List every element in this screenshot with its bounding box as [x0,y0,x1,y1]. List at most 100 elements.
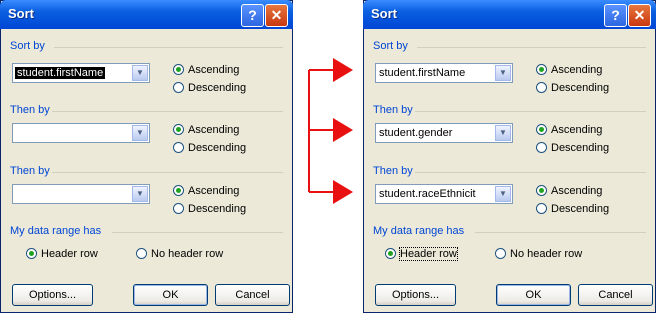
sort-by-label: Sort by [373,40,408,52]
sort-by-descending-radio[interactable]: Descending [173,82,246,96]
sort-by-value: student.firstName [379,67,466,79]
radio-empty-icon [136,248,147,259]
ascending-label: Ascending [551,64,603,76]
radio-empty-icon [495,248,506,259]
radio-empty-icon [536,203,547,214]
data-range-label: My data range has [373,225,465,237]
divider [415,172,646,173]
sort-by-label: Sort by [10,40,45,52]
then-by-1-ascending-radio[interactable]: Ascending [536,124,602,138]
then-by-1-label: Then by [10,104,50,116]
descending-label: Descending [188,203,247,215]
radio-empty-icon [536,142,547,153]
ascending-label: Ascending [188,124,240,136]
radio-selected-icon [173,185,184,196]
chevron-down-icon[interactable]: ▼ [132,186,148,202]
divider [52,172,283,173]
chevron-down-icon[interactable]: ▼ [495,186,511,202]
arrow-head-1 [333,58,353,82]
chevron-down-icon[interactable]: ▼ [132,125,148,141]
then-by-2-ascending-radio[interactable]: Ascending [536,185,602,199]
title-bar: Sort ? ✕ [363,0,656,29]
ascending-label: Ascending [551,124,603,136]
then-by-2-select[interactable]: student.raceEthnicit ▼ [375,184,513,204]
radio-selected-icon [536,64,547,75]
then-by-2-label: Then by [373,165,413,177]
then-by-1-select[interactable]: ▼ [12,123,150,143]
then-by-1-ascending-radio[interactable]: Ascending [173,124,239,138]
cancel-button[interactable]: Cancel [578,284,653,306]
then-by-2-ascending-radio[interactable]: Ascending [173,185,239,199]
divider [417,47,646,48]
dialog-title: Sort [371,6,397,21]
radio-empty-icon [173,142,184,153]
then-by-1-value: student.gender [379,127,453,139]
no-header-row-label: No header row [151,248,224,260]
radio-selected-icon [536,124,547,135]
then-by-2-value: student.raceEthnicit [379,188,476,200]
header-row-radio[interactable]: Header row [385,247,458,262]
radio-selected-icon [173,124,184,135]
sort-by-descending-radio[interactable]: Descending [536,82,609,96]
then-by-1-descending-radio[interactable]: Descending [536,142,609,156]
no-header-row-radio[interactable]: No header row [136,248,223,262]
descending-label: Descending [188,82,247,94]
radio-selected-icon [536,185,547,196]
no-header-row-label: No header row [510,248,583,260]
ok-button[interactable]: OK [133,284,208,306]
data-range-label: My data range has [10,225,102,237]
chevron-down-icon[interactable]: ▼ [495,65,511,81]
descending-label: Descending [551,82,610,94]
arrow-head-3 [333,180,353,204]
divider [52,111,283,112]
header-row-label: Header row [399,247,458,261]
header-row-label: Header row [41,248,98,260]
then-by-2-label: Then by [10,165,50,177]
ascending-label: Ascending [188,185,240,197]
ascending-label: Ascending [188,64,240,76]
sort-by-value: student.firstName [15,67,106,79]
arrows-diagram [308,58,353,204]
divider [54,47,283,48]
help-icon[interactable]: ? [604,4,627,27]
sort-by-select[interactable]: student.firstName ▼ [375,63,513,83]
radio-empty-icon [173,203,184,214]
radio-empty-icon [536,82,547,93]
ascending-label: Ascending [551,185,603,197]
descending-label: Descending [188,142,247,154]
chevron-down-icon[interactable]: ▼ [132,65,148,81]
dialog-title: Sort [8,6,34,21]
divider [112,232,283,233]
no-header-row-radio[interactable]: No header row [495,248,582,262]
options-button[interactable]: Options... [12,284,93,306]
sort-by-ascending-radio[interactable]: Ascending [536,64,602,78]
radio-selected-icon [173,64,184,75]
then-by-1-descending-radio[interactable]: Descending [173,142,246,156]
help-icon[interactable]: ? [241,4,264,27]
cancel-button[interactable]: Cancel [215,284,290,306]
left-sort-dialog: Sort ? ✕ Sort by student.firstName ▼ Asc… [0,0,293,313]
then-by-1-label: Then by [373,104,413,116]
chevron-down-icon[interactable]: ▼ [495,125,511,141]
radio-selected-icon [385,248,396,259]
descending-label: Descending [551,142,610,154]
radio-selected-icon [26,248,37,259]
then-by-2-descending-radio[interactable]: Descending [536,203,609,217]
then-by-2-descending-radio[interactable]: Descending [173,203,246,217]
divider [415,111,646,112]
descending-label: Descending [551,203,610,215]
divider [475,232,646,233]
close-icon[interactable]: ✕ [265,4,288,27]
sort-by-ascending-radio[interactable]: Ascending [173,64,239,78]
right-sort-dialog: Sort ? ✕ Sort by student.firstName ▼ Asc… [363,0,656,313]
then-by-1-select[interactable]: student.gender ▼ [375,123,513,143]
options-button[interactable]: Options... [375,284,456,306]
close-icon[interactable]: ✕ [628,4,651,27]
then-by-2-select[interactable]: ▼ [12,184,150,204]
radio-empty-icon [173,82,184,93]
sort-by-select[interactable]: student.firstName ▼ [12,63,150,83]
ok-button[interactable]: OK [496,284,571,306]
title-bar: Sort ? ✕ [0,0,293,29]
arrow-head-2 [333,118,353,142]
header-row-radio[interactable]: Header row [26,248,98,262]
